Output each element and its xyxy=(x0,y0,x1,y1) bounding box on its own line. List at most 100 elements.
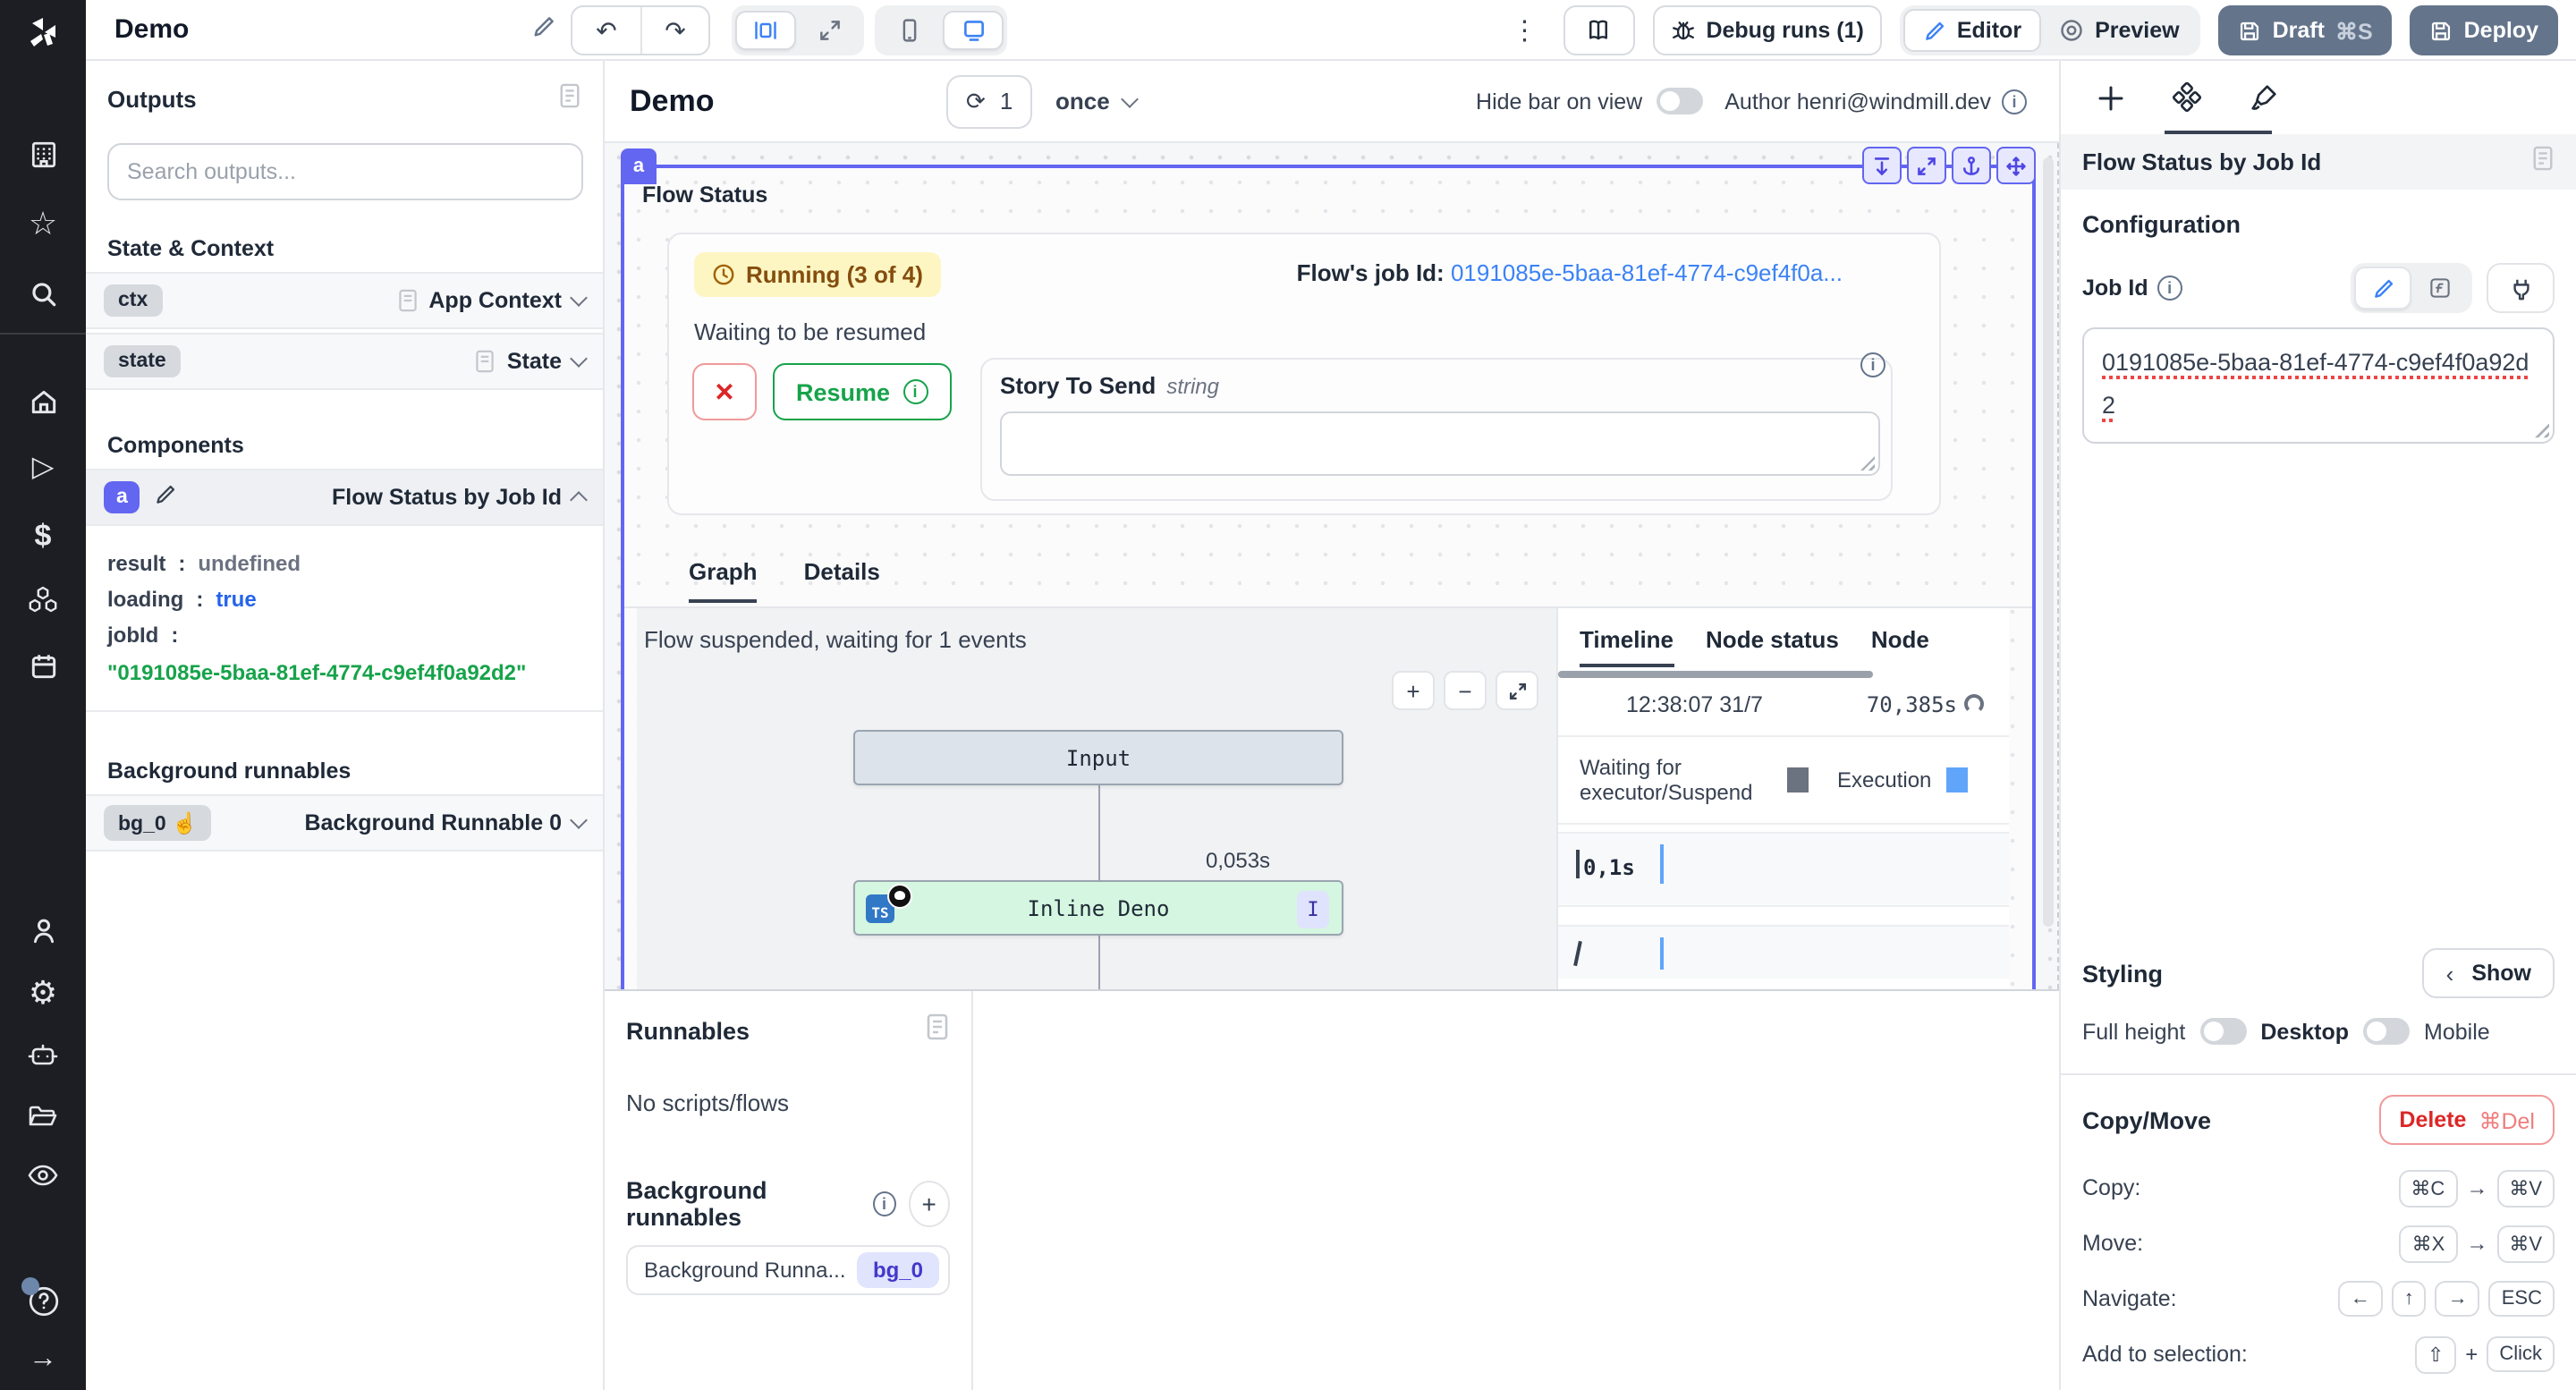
move-icon[interactable] xyxy=(1996,147,2036,184)
add-bg-runnable-button[interactable]: + xyxy=(908,1181,950,1227)
redo-button[interactable]: ↷ xyxy=(640,7,708,54)
anchor-icon[interactable] xyxy=(1952,147,1991,184)
audit-eye-icon[interactable] xyxy=(0,1163,86,1188)
chevron-down-icon[interactable] xyxy=(570,350,588,368)
component-settings-tab[interactable] xyxy=(2172,82,2202,113)
component-doc-icon[interactable] xyxy=(2531,144,2555,180)
styling-brush-tab[interactable] xyxy=(2249,82,2279,113)
component-edit-pencil-icon[interactable] xyxy=(155,483,178,512)
chevron-down-icon[interactable] xyxy=(570,289,588,307)
ctx-label: App Context xyxy=(428,288,562,313)
story-textarea[interactable] xyxy=(1000,411,1880,476)
home-icon[interactable] xyxy=(0,386,86,417)
draft-save-button[interactable]: Draft⌘S xyxy=(2219,5,2393,55)
tab-node-status[interactable]: Node status xyxy=(1706,626,1839,667)
delete-component-button[interactable]: Delete⌘Del xyxy=(2379,1095,2555,1145)
kbd-arrow-left: ← xyxy=(2338,1281,2383,1317)
preview-tab[interactable]: Preview xyxy=(2041,9,2198,52)
tab-details[interactable]: Details xyxy=(804,558,880,603)
folders-icon[interactable] xyxy=(0,1102,86,1131)
search-icon[interactable] xyxy=(0,279,86,309)
graph-node-input[interactable]: Input xyxy=(853,730,1343,785)
flow-graph[interactable]: Flow suspended, waiting for 1 events + −… xyxy=(637,608,1556,991)
full-height-toggle[interactable] xyxy=(2199,1018,2246,1045)
expand-icon[interactable] xyxy=(1907,147,1946,184)
chevron-down-icon[interactable] xyxy=(570,811,588,829)
schedules-calendar-icon[interactable] xyxy=(0,651,86,682)
running-status-badge: Running (3 of 4) xyxy=(694,252,941,297)
ctx-row[interactable]: ctx App Context xyxy=(86,272,603,329)
resize-handle-icon[interactable] xyxy=(2535,423,2549,437)
favorites-star-icon[interactable]: ☆ xyxy=(0,208,86,240)
help-icon[interactable] xyxy=(0,1284,86,1327)
component-a-row[interactable]: a Flow Status by Job Id xyxy=(86,469,603,526)
bg-runnable-card[interactable]: Background Runna... bg_0 xyxy=(626,1245,950,1295)
deploy-button[interactable]: Deploy xyxy=(2411,5,2558,55)
graph-fullscreen-button[interactable] xyxy=(1496,671,1538,710)
more-menu-kebab-icon[interactable]: ⋮ xyxy=(1504,14,1545,47)
timeline-elapsed: 70,385s xyxy=(1867,692,1984,717)
undo-button[interactable]: ↶ xyxy=(572,7,640,54)
tab-node-def[interactable]: Node xyxy=(1871,626,1929,667)
resume-info-icon: i xyxy=(902,379,928,404)
static-input-pencil-icon[interactable] xyxy=(2354,267,2411,309)
layout-toggle-group xyxy=(732,5,864,55)
component-id-tag[interactable]: a xyxy=(621,148,657,184)
cancel-flow-button[interactable]: ✕ xyxy=(692,363,757,420)
docs-book-button[interactable] xyxy=(1563,5,1634,55)
card-info-icon[interactable]: i xyxy=(1860,352,1885,377)
workspace-icon[interactable] xyxy=(0,140,86,170)
selected-component-header: Flow Status by Job Id xyxy=(2061,134,2576,190)
graph-zoom-out-button[interactable]: − xyxy=(1444,671,1487,710)
outputs-doc-icon[interactable] xyxy=(558,82,581,114)
tab-timeline[interactable]: Timeline xyxy=(1580,626,1674,667)
chevron-up-icon[interactable] xyxy=(570,491,588,509)
flows-job-id-link[interactable]: 0191085e-5baa-81ef-4774-c9ef4f0a... xyxy=(1451,259,1843,286)
undo-redo-group: ↶ ↷ xyxy=(571,5,710,55)
show-styling-button[interactable]: ‹Show xyxy=(2423,948,2555,998)
bg-runnables-info-icon[interactable]: i xyxy=(873,1191,895,1216)
resize-handle-icon[interactable] xyxy=(1860,456,1875,470)
fullwidth-layout-button[interactable] xyxy=(800,11,860,50)
state-row[interactable]: state State xyxy=(86,333,603,390)
graph-zoom-in-button[interactable]: + xyxy=(1392,671,1435,710)
job-id-textarea[interactable]: 0191085e-5baa-81ef-4774-c9ef4f0a92d2 xyxy=(2082,327,2555,443)
rename-pencil-icon[interactable] xyxy=(531,14,556,48)
job-id-info-icon[interactable]: i xyxy=(2157,275,2182,301)
editor-tab[interactable]: Editor xyxy=(1903,9,2041,52)
desktop-view-button[interactable] xyxy=(943,11,1004,50)
resume-button[interactable]: Resume i xyxy=(773,363,951,420)
info-icon[interactable]: i xyxy=(2002,89,2027,114)
kbd-cmd-c: ⌘C xyxy=(2398,1169,2457,1207)
variables-dollar-icon[interactable]: $ xyxy=(0,519,86,555)
flow-status-component[interactable]: a Flow Status Running (3 of xyxy=(621,165,2036,991)
insert-component-tab[interactable] xyxy=(2097,83,2125,112)
centered-layout-button[interactable] xyxy=(735,11,796,50)
settings-gear-icon[interactable]: ⚙ xyxy=(0,977,86,1009)
graph-node-inline-deno[interactable]: TS Inline Deno I xyxy=(853,880,1343,936)
job-id-value: 0191085e-5baa-81ef-4774-c9ef4f0a92d2 xyxy=(2102,349,2529,420)
runnables-doc-icon[interactable] xyxy=(925,1013,950,1050)
refresh-control[interactable]: ⟳1 xyxy=(946,74,1032,128)
move-down-icon[interactable] xyxy=(1862,147,1902,184)
eval-input-fx-icon[interactable] xyxy=(2411,267,2469,309)
collapse-arrow-icon[interactable]: → xyxy=(0,1345,86,1374)
mobile-view-button[interactable] xyxy=(878,11,939,50)
canvas-scrollbar[interactable] xyxy=(2043,157,2054,927)
runs-play-icon[interactable]: ▷ xyxy=(0,454,86,483)
search-outputs-input[interactable] xyxy=(107,143,583,200)
windmill-logo-icon[interactable] xyxy=(25,14,61,59)
users-icon[interactable] xyxy=(0,916,86,946)
workers-robot-icon[interactable] xyxy=(0,1041,86,1070)
app-canvas[interactable]: a Flow Status Running (3 of xyxy=(605,143,2059,991)
refresh-mode-dropdown[interactable]: once xyxy=(1055,88,1137,114)
tabs-scrollbar[interactable] xyxy=(1558,671,1874,678)
bg0-row[interactable]: bg_0 ☝ Background Runnable 0 xyxy=(86,794,603,852)
debug-runs-button[interactable]: Debug runs (1) xyxy=(1652,5,1881,55)
result-value: undefined xyxy=(198,551,301,576)
desktop-mobile-toggle[interactable] xyxy=(2363,1018,2410,1045)
tab-graph[interactable]: Graph xyxy=(689,558,758,603)
hide-bar-toggle[interactable] xyxy=(1657,88,1703,114)
resources-cubes-icon[interactable] xyxy=(0,583,86,615)
connect-plug-icon[interactable] xyxy=(2487,263,2555,313)
